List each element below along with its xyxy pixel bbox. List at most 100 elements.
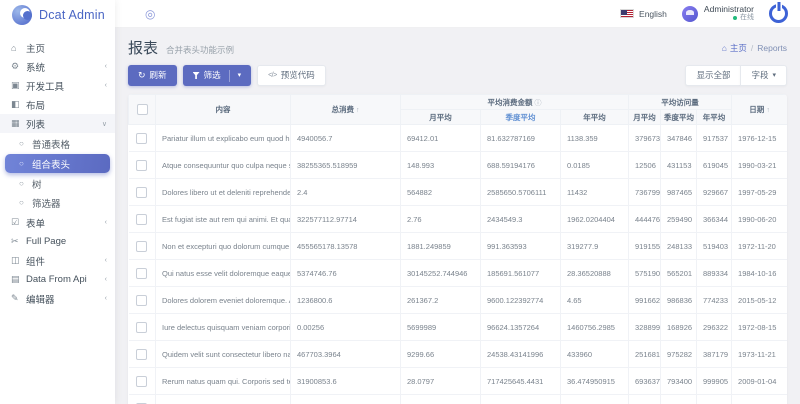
show-all-button[interactable]: 显示全部: [685, 65, 740, 86]
row-checkbox[interactable]: [136, 295, 147, 306]
online-dot-icon: [733, 16, 737, 20]
row-checkbox-cell: [129, 179, 156, 206]
sidebar-item-dev-tools[interactable]: ▣开发工具‹: [0, 76, 115, 95]
cell-spend-year-avg: 10749.3078: [561, 395, 629, 404]
sidebar-item-data-from-api[interactable]: ▤Data From Api‹: [0, 270, 115, 289]
row-checkbox[interactable]: [136, 241, 147, 252]
cell-content: Est fugiat iste aut rem qui animi. Et qu…: [156, 206, 291, 233]
row-checkbox[interactable]: [136, 376, 147, 387]
row-checkbox[interactable]: [136, 214, 147, 225]
sidebar-item-full-page[interactable]: ✂Full Page: [0, 232, 115, 251]
row-checkbox[interactable]: [136, 160, 147, 171]
sidebar-item-filter[interactable]: ○筛选器: [0, 193, 115, 212]
cell-spend-month-avg: 1881.249859: [401, 233, 481, 260]
cell-content: Dolores libero ut et deleniti reprehende…: [156, 179, 291, 206]
breadcrumb: ⌂主页 / Reports: [722, 42, 787, 54]
sidebar-item-layout[interactable]: ◧布局: [0, 95, 115, 114]
cell-date: 1976-12-15: [732, 125, 787, 152]
breadcrumb-home[interactable]: ⌂主页: [722, 42, 747, 54]
caret-down-icon: ▾: [238, 72, 242, 79]
cell-spend-year-avg: 11432: [561, 179, 629, 206]
cell-spend-quarter-avg: 24538.43141996: [481, 341, 561, 368]
sidebar-submenu: ○普通表格○组合表头○树○筛选器: [0, 133, 115, 213]
sidebar-item-plain-table[interactable]: ○普通表格: [0, 134, 115, 153]
table-row: Dolores libero ut et deleniti reprehende…: [129, 179, 788, 206]
cell-visits-month-avg: 919155: [629, 233, 661, 260]
cell-spend-year-avg: 433960: [561, 341, 629, 368]
page-subtitle: 合并表头功能示例: [166, 44, 234, 56]
col-header-spend-year-avg: 年平均: [561, 110, 629, 125]
cell-spend-quarter-avg: 717425645.4431: [481, 368, 561, 395]
cell-visits-quarter-avg: 975282: [661, 341, 697, 368]
dev-tools-icon: ▣: [11, 80, 26, 91]
row-checkbox[interactable]: [136, 133, 147, 144]
table-icon: ▦: [11, 118, 26, 129]
col-header-spend-quarter-avg[interactable]: 季度平均: [481, 110, 561, 125]
col-header-date[interactable]: 日期 ↑: [732, 95, 787, 125]
cell-date: 2015-05-12: [732, 287, 787, 314]
table-row: Dolores dolorem eveniet doloremque. Aspe…: [129, 287, 788, 314]
table-row: Quidem velit sunt consectetur libero nat…: [129, 341, 788, 368]
cell-spend-quarter-avg: 2585650.5706111: [481, 179, 561, 206]
grid-toolbar: ↻ 刷新 筛选 ▾ </> 预览代码 显示全部 字段 ▾: [128, 65, 787, 86]
sidebar-item-editor[interactable]: ✎编辑器‹: [0, 289, 115, 308]
cell-date: 1972-11-20: [732, 233, 787, 260]
row-checkbox-cell: [129, 125, 156, 152]
row-checkbox-cell: [129, 206, 156, 233]
cell-visits-quarter-avg: 431153: [661, 152, 697, 179]
brand-name: Dcat Admin: [39, 8, 105, 22]
col-header-total[interactable]: 总消费 ↑: [291, 95, 401, 125]
sidebar-item-form[interactable]: ☑表单‹: [0, 213, 115, 232]
user-menu[interactable]: Administrator 在线: [682, 5, 754, 23]
col-header-spend-month-avg: 月平均: [401, 110, 481, 125]
col-header-content: 内容: [156, 95, 291, 125]
sidebar-item-combined-header[interactable]: ○组合表头: [5, 154, 110, 173]
preview-code-button[interactable]: </> 预览代码: [257, 65, 326, 86]
report-table: 内容 总消费 ↑ 平均消费金额 ⓘ 平均访问量 日期 ↑ 月平均 季度平均 年平…: [128, 94, 787, 404]
table-row: Est fugiat iste aut rem qui animi. Et qu…: [129, 206, 788, 233]
sidebar-item-label: 普通表格: [32, 137, 70, 151]
row-checkbox[interactable]: [136, 268, 147, 279]
table-row: Ipsa impedit non quia laudantium fugiat …: [129, 395, 788, 404]
select-all-checkbox[interactable]: [137, 104, 148, 115]
cell-total: 455565178.13578: [291, 233, 401, 260]
sidebar-toggle-icon[interactable]: ◎: [145, 8, 155, 20]
cell-content: Iure delectus quisquam veniam corporis. …: [156, 314, 291, 341]
scissors-icon: ✂: [11, 236, 26, 247]
page-title: 报表: [128, 37, 158, 58]
sidebar-item-tree[interactable]: ○树: [0, 174, 115, 193]
radio-icon: ○: [19, 179, 32, 188]
col-header-visits-year-avg: 年平均: [697, 110, 732, 125]
sidebar-item-system[interactable]: ⚙系统‹: [0, 57, 115, 76]
row-checkbox-cell: [129, 287, 156, 314]
row-checkbox-cell: [129, 152, 156, 179]
refresh-button[interactable]: ↻ 刷新: [128, 65, 177, 86]
sidebar-item-list[interactable]: ▦列表∨: [0, 114, 115, 133]
brand[interactable]: Dcat Admin: [0, 0, 115, 30]
row-checkbox[interactable]: [136, 322, 147, 333]
table-row: Iure delectus quisquam veniam corporis. …: [129, 314, 788, 341]
logout-power-button[interactable]: [769, 4, 788, 23]
cell-spend-month-avg: 30145252.744946: [401, 260, 481, 287]
column-selector-button[interactable]: 字段 ▾: [740, 65, 787, 86]
language-switcher[interactable]: English: [620, 9, 667, 19]
sidebar-item-label: 开发工具: [26, 79, 105, 93]
row-checkbox[interactable]: [136, 349, 147, 360]
cell-spend-quarter-avg: 9600.122392774: [481, 287, 561, 314]
sidebar-item-components[interactable]: ◫组件‹: [0, 251, 115, 270]
home-icon: ⌂: [722, 43, 727, 53]
cell-visits-year-avg: 366344: [697, 206, 732, 233]
sidebar-item-home[interactable]: ⌂主页: [0, 38, 115, 57]
cell-date: 1984-10-16: [732, 260, 787, 287]
row-checkbox[interactable]: [136, 187, 147, 198]
col-group-avg-spend: 平均消费金额 ⓘ: [401, 95, 629, 110]
cell-spend-quarter-avg: 1281.83: [481, 395, 561, 404]
cell-date: 2009-01-04: [732, 368, 787, 395]
cell-spend-year-avg: 36.474950915: [561, 368, 629, 395]
table-row: Atque consequuntur quo culpa neque sit i…: [129, 152, 788, 179]
us-flag-icon: [620, 9, 634, 18]
cell-visits-year-avg: 619045: [697, 152, 732, 179]
table-card: 内容 总消费 ↑ 平均消费金额 ⓘ 平均访问量 日期 ↑ 月平均 季度平均 年平…: [128, 94, 787, 404]
filter-button[interactable]: 筛选 ▾: [183, 65, 252, 86]
breadcrumb-current: Reports: [757, 43, 787, 53]
